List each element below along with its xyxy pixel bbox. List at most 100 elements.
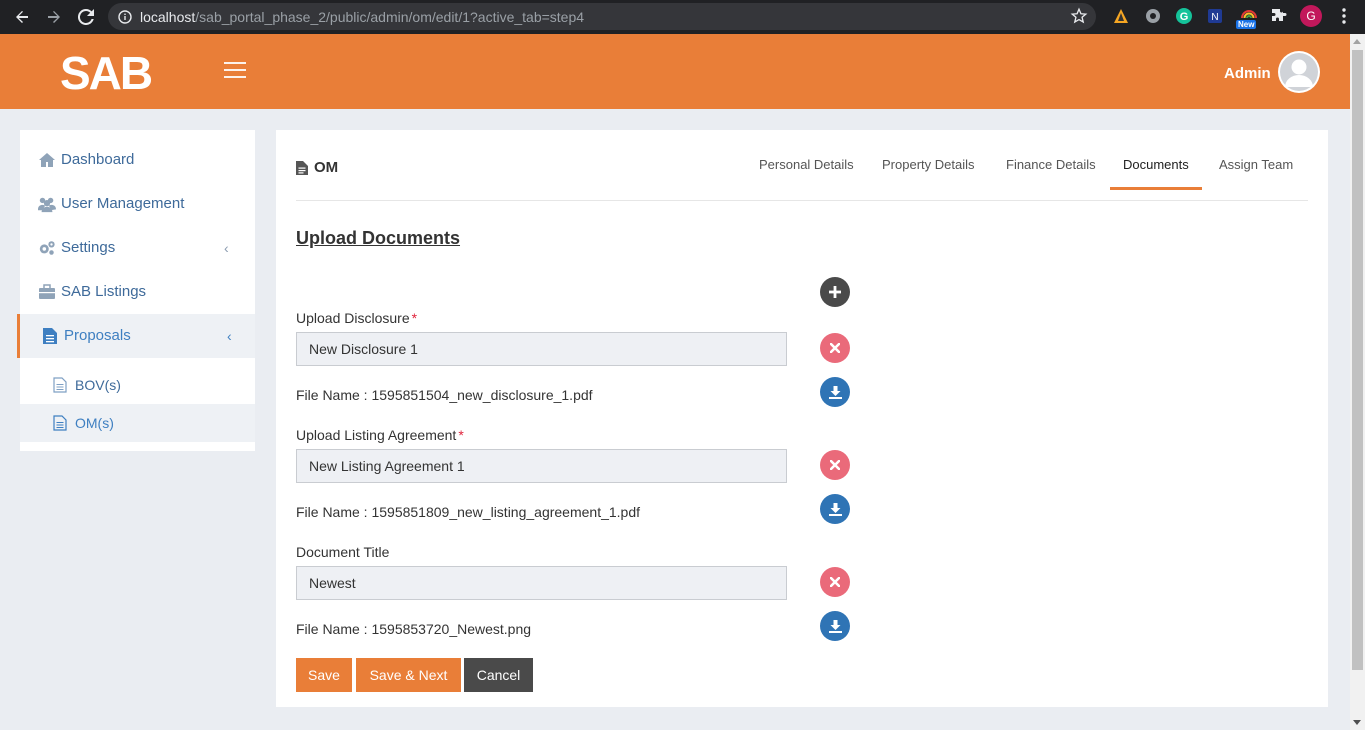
listing-agreement-file-name: File Name : 1595851809_new_listing_agree… xyxy=(296,504,641,520)
app-header: SAB Admin xyxy=(0,34,1350,109)
reload-button[interactable] xyxy=(70,2,102,32)
tab-finance-details[interactable]: Finance Details xyxy=(1006,148,1096,190)
file-text-icon xyxy=(296,160,308,175)
download-listing-agreement-button[interactable] xyxy=(820,494,850,524)
remove-disclosure-button[interactable] xyxy=(820,333,850,363)
listing-agreement-label: Upload Listing Agreement * xyxy=(296,427,464,443)
menu-toggle-icon[interactable] xyxy=(224,62,246,80)
required-marker: * xyxy=(458,427,464,443)
new-badge: New xyxy=(1236,20,1257,29)
address-bar[interactable]: localhost/sab_portal_phase_2/public/admi… xyxy=(108,3,1096,30)
sidebar-subitem-oms[interactable]: OM(s) xyxy=(20,404,255,442)
tab-property-details[interactable]: Property Details xyxy=(882,148,974,190)
extension-new-icon[interactable]: New xyxy=(1236,5,1262,29)
close-icon xyxy=(830,343,840,353)
file-icon xyxy=(43,328,57,344)
browser-menu-icon[interactable] xyxy=(1333,5,1355,27)
disclosure-label-text: Upload Disclosure xyxy=(296,310,410,326)
cogs-icon xyxy=(39,241,55,255)
sidebar-item-proposals[interactable]: Proposals ‹ xyxy=(17,314,255,358)
document-title-label: Document Title xyxy=(296,544,391,560)
required-marker: * xyxy=(411,310,418,326)
tab-documents[interactable]: Documents xyxy=(1110,148,1202,190)
sidebar-item-label: SAB Listings xyxy=(61,283,147,300)
bookmark-star-icon[interactable] xyxy=(1070,7,1088,25)
cancel-button[interactable]: Cancel xyxy=(464,658,533,692)
profile-initial: G xyxy=(1300,5,1322,27)
scroll-thumb[interactable] xyxy=(1352,50,1363,670)
document-title-file-name: File Name : 1595853720_Newest.png xyxy=(296,621,532,637)
scroll-up-arrow-icon[interactable] xyxy=(1353,39,1361,44)
grammarly-icon[interactable]: G xyxy=(1173,5,1195,27)
document-icon xyxy=(53,415,67,431)
sidebar-item-label: Dashboard xyxy=(61,151,135,168)
remove-listing-agreement-button[interactable] xyxy=(820,450,850,480)
users-icon xyxy=(38,197,56,213)
add-document-button[interactable] xyxy=(820,277,850,307)
sidebar-item-label: User Management xyxy=(61,195,185,212)
main-panel: OM Personal Details Property Details Fin… xyxy=(276,130,1328,707)
browser-toolbar: localhost/sab_portal_phase_2/public/admi… xyxy=(0,0,1365,34)
download-document-title-button[interactable] xyxy=(820,611,850,641)
plus-icon xyxy=(829,286,841,298)
chevron-left-icon: ‹ xyxy=(227,328,232,344)
back-arrow-icon xyxy=(16,11,28,23)
extensions-puzzle-icon[interactable] xyxy=(1268,5,1290,27)
forward-button[interactable] xyxy=(38,2,70,32)
download-disclosure-button[interactable] xyxy=(820,377,850,407)
url-text: localhost/sab_portal_phase_2/public/admi… xyxy=(140,9,584,25)
sidebar-item-label: Settings xyxy=(61,239,116,256)
listing-agreement-input[interactable] xyxy=(296,449,787,483)
extension-1-icon[interactable] xyxy=(1110,5,1132,27)
download-icon xyxy=(828,619,842,633)
scroll-down-arrow-icon[interactable] xyxy=(1353,720,1361,725)
forward-arrow-icon xyxy=(48,11,60,23)
user-name: Admin xyxy=(1224,65,1271,82)
briefcase-icon xyxy=(39,284,55,299)
remove-document-title-button[interactable] xyxy=(820,567,850,597)
document-icon xyxy=(53,377,67,393)
sidebar-item-label: Proposals xyxy=(64,327,131,344)
reload-icon xyxy=(78,9,94,25)
svg-text:SAB: SAB xyxy=(60,47,152,96)
save-next-button[interactable]: Save & Next xyxy=(356,658,461,692)
sidebar: Dashboard User Management Settings ‹ SAB… xyxy=(17,130,255,451)
listing-agreement-label-text: Upload Listing Agreement xyxy=(296,427,457,443)
url-host: localhost xyxy=(140,8,196,25)
download-icon xyxy=(828,502,842,516)
home-icon xyxy=(39,153,55,167)
page-title-text: OM xyxy=(314,159,339,176)
document-title-label-text: Document Title xyxy=(296,544,390,560)
sidebar-item-settings[interactable]: Settings ‹ xyxy=(20,226,255,270)
disclosure-input[interactable] xyxy=(296,332,787,366)
svg-text:N: N xyxy=(1211,12,1218,23)
back-button[interactable] xyxy=(6,2,38,32)
sidebar-item-dashboard[interactable]: Dashboard xyxy=(20,138,255,182)
save-button[interactable]: Save xyxy=(296,658,352,692)
download-icon xyxy=(828,385,842,399)
document-title-input[interactable] xyxy=(296,566,787,600)
info-icon xyxy=(118,9,132,24)
sidebar-subitem-label: BOV(s) xyxy=(75,377,121,393)
sidebar-item-user-management[interactable]: User Management xyxy=(20,182,255,226)
extension-3-icon[interactable]: N xyxy=(1204,5,1226,27)
close-icon xyxy=(830,577,840,587)
sidebar-subitem-label: OM(s) xyxy=(75,415,114,431)
tab-divider xyxy=(296,200,1308,201)
svg-text:G: G xyxy=(1180,11,1189,23)
disclosure-label: Upload Disclosure * xyxy=(296,310,417,326)
sab-logo[interactable]: SAB xyxy=(60,46,166,99)
sidebar-item-sab-listings[interactable]: SAB Listings xyxy=(20,270,255,314)
sidebar-subitem-bovs[interactable]: BOV(s) xyxy=(20,366,255,404)
profile-avatar[interactable]: G xyxy=(1300,5,1322,27)
user-silhouette-icon xyxy=(1280,53,1318,91)
close-icon xyxy=(830,460,840,470)
user-avatar[interactable] xyxy=(1278,51,1320,93)
tab-assign-team[interactable]: Assign Team xyxy=(1219,148,1293,190)
disclosure-file-name: File Name : 1595851504_new_disclosure_1.… xyxy=(296,387,593,403)
page-title: OM xyxy=(296,159,338,176)
tab-personal-details[interactable]: Personal Details xyxy=(759,148,854,190)
page-scrollbar[interactable] xyxy=(1350,34,1365,730)
section-title: Upload Documents xyxy=(296,228,461,248)
extension-2-icon[interactable] xyxy=(1142,5,1164,27)
